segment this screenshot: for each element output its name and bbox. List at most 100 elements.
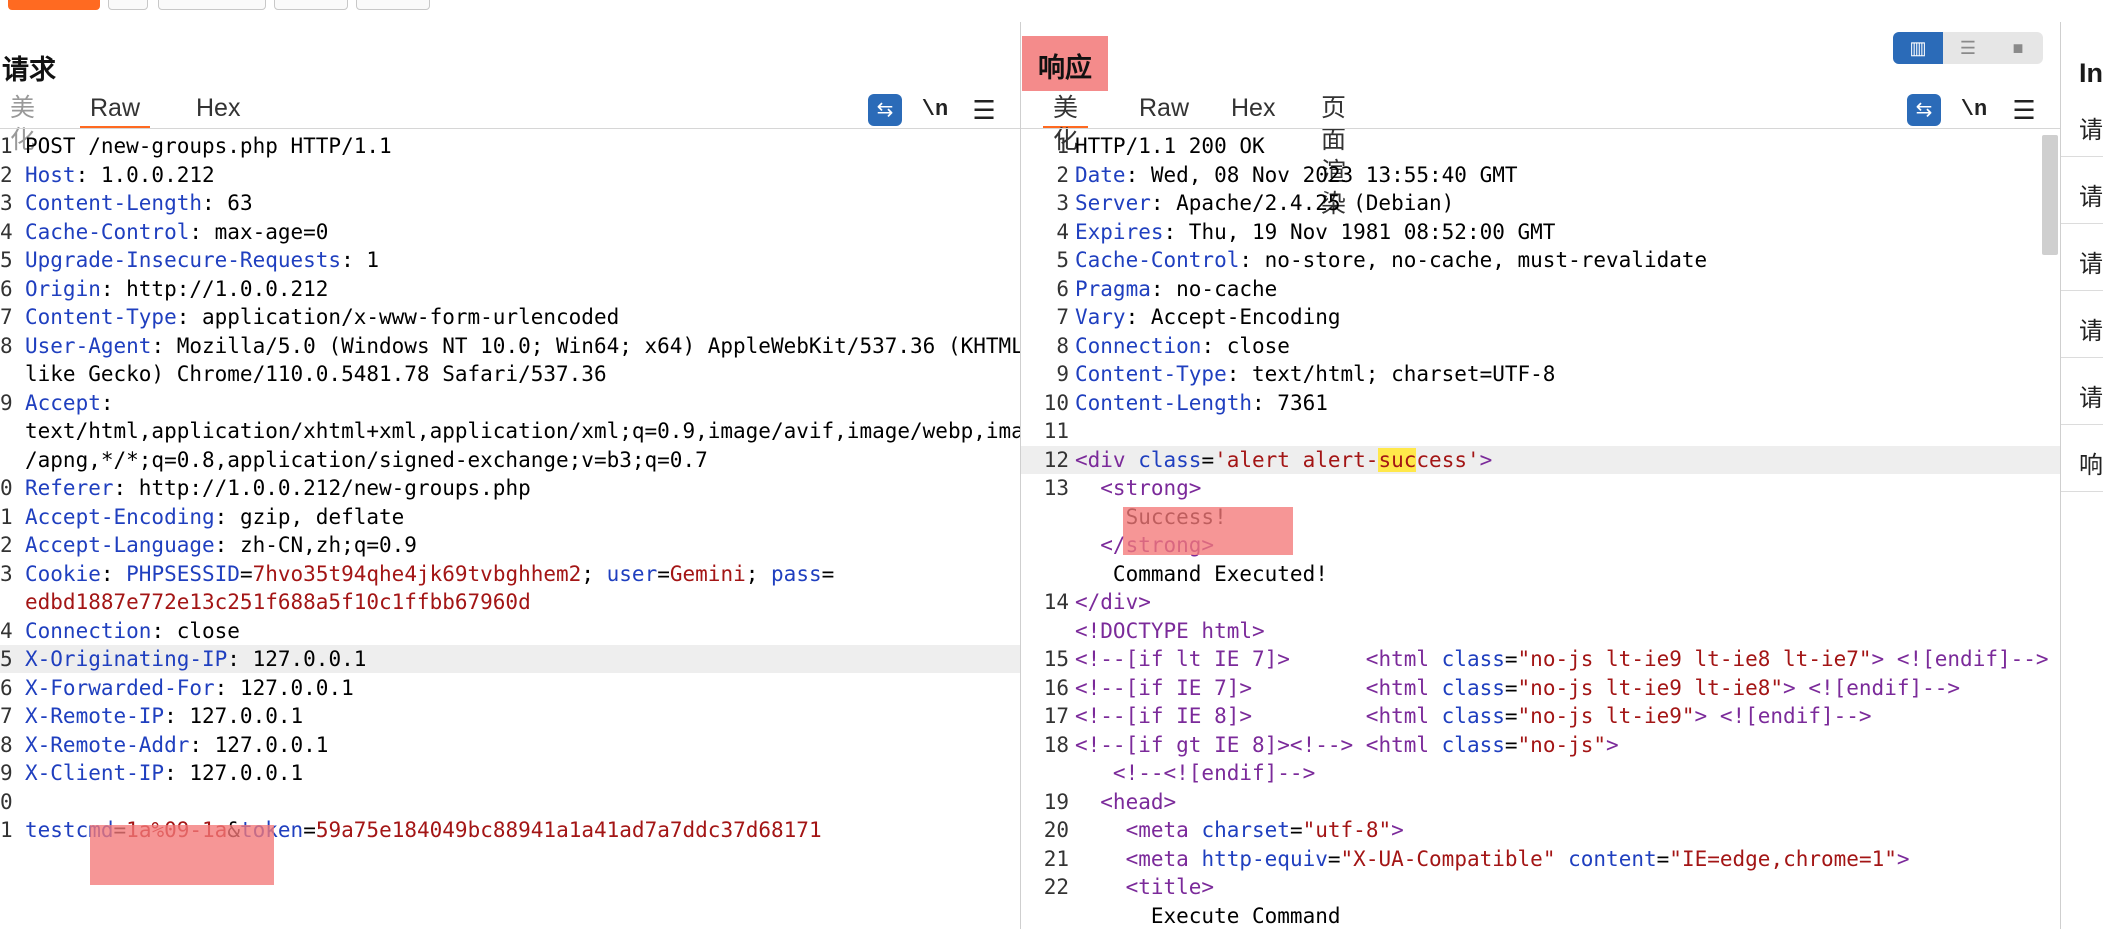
line-number: 5 <box>0 647 13 671</box>
code-token: Date <box>1075 162 1126 187</box>
code-text: X-Originating-IP: 127.0.0.1 <box>25 645 366 673</box>
response-tab-pretty[interactable]: 美化 <box>1043 92 1089 154</box>
single-pane-icon[interactable]: ■ <box>1993 32 2043 64</box>
settings-button[interactable] <box>108 0 148 10</box>
wrap-lines-icon[interactable]: ⇆ <box>868 94 902 126</box>
code-token: : <box>100 390 114 415</box>
split-horizontal-icon[interactable]: ☰ <box>1943 32 1993 64</box>
send-button[interactable] <box>8 0 100 10</box>
inspector-row[interactable]: 请 <box>2061 358 2103 425</box>
inspector-row[interactable]: 请 <box>2061 90 2103 157</box>
code-token: Command Executed! <box>1075 561 1328 586</box>
line-number: 9 <box>1056 362 1069 386</box>
code-token: "no-js lt-ie9" <box>1517 704 1695 728</box>
code-token: > <box>1896 846 1910 871</box>
code-line: 8 Connection: close <box>1021 332 2060 360</box>
code-token: POST /new-groups.php HTTP/1.1 <box>25 134 392 158</box>
code-token: <html <box>1365 647 1442 671</box>
inspector-row[interactable]: 请 <box>2061 291 2103 358</box>
code-line: 4 Cache-Control: max-age=0 <box>0 218 1020 246</box>
code-text: Date: Wed, 08 Nov 2023 13:55:40 GMT <box>1075 161 1518 189</box>
code-line: 6 X-Forwarded-For: 127.0.0.1 <box>0 674 1020 702</box>
code-line: 6 Pragma: no-cache <box>1021 275 2060 303</box>
request-tab-divider <box>0 128 1020 129</box>
line-number: 16 <box>1043 675 1069 700</box>
line-number: 8 <box>0 732 13 757</box>
layout-toggle: ▥ ☰ ■ <box>1893 32 2043 64</box>
code-text: X-Remote-IP: 127.0.0.1 <box>25 702 303 730</box>
request-tab-pretty[interactable]: 美化 <box>0 92 45 154</box>
code-text: <meta charset="utf-8"> <box>1075 816 1404 844</box>
code-token: <strong> <box>1075 476 1202 500</box>
line-number: 6 <box>0 276 13 301</box>
inspector-row[interactable]: 请 <box>2061 157 2103 224</box>
code-token: Accept-Encoding <box>25 504 215 529</box>
code-token: Gemini <box>669 561 746 586</box>
response-tab-raw[interactable]: Raw <box>1129 92 1199 126</box>
wrap-lines-icon[interactable]: ⇆ <box>1907 94 1941 126</box>
split-vertical-icon[interactable]: ▥ <box>1893 32 1943 64</box>
code-token: > <![endif]--> <box>1783 675 1961 700</box>
code-token: PHPSESSID <box>126 561 240 586</box>
code-line: 8 X-Remote-Addr: 127.0.0.1 <box>0 731 1020 759</box>
code-token: > <box>1606 732 1619 757</box>
code-line: 13 <strong> <box>1021 474 2060 502</box>
code-token: Vary <box>1075 305 1126 329</box>
show-newlines-button[interactable]: \n <box>920 94 950 126</box>
line-number: 2 <box>0 162 13 187</box>
back-button[interactable] <box>274 0 348 10</box>
line-number: 6 <box>0 675 13 700</box>
code-token: X-Remote-IP <box>25 704 165 728</box>
code-text: <!DOCTYPE html> <box>1075 617 1265 645</box>
code-token: <div <box>1075 447 1139 472</box>
code-line: 4 Expires: Thu, 19 Nov 1981 08:52:00 GMT <box>1021 218 2060 246</box>
request-editor[interactable]: 1 POST /new-groups.php HTTP/1.1 2 Host: 1.0… <box>0 132 1020 929</box>
code-token: : 127.0.0.1 <box>164 704 304 728</box>
code-token: class <box>1441 704 1505 728</box>
code-text: Cookie: PHPSESSID=7hvo35t94qhe4jk69tvbgh… <box>25 560 834 588</box>
line-number: 14 <box>1043 590 1069 614</box>
inspector-row[interactable]: 请 <box>2061 224 2103 291</box>
code-text: Expires: Thu, 19 Nov 1981 08:52:00 GMT <box>1075 218 1555 246</box>
code-token: class <box>1441 675 1505 700</box>
code-text: Origin: http://1.0.0.212 <box>25 275 328 303</box>
code-token: Execute Command <box>1075 903 1341 928</box>
forward-button[interactable] <box>356 0 430 10</box>
code-token: like Gecko) Chrome/110.0.5481.78 Safari/… <box>25 362 607 386</box>
code-token: Content-Length <box>25 191 203 215</box>
inspector-row[interactable]: 响 <box>2061 425 2103 492</box>
request-menu-icon[interactable]: ☰ <box>970 94 998 126</box>
inspector-row-label: 请 <box>2079 117 2103 144</box>
show-newlines-button[interactable]: \n <box>1959 94 1989 126</box>
request-tab-raw[interactable]: Raw <box>80 92 151 129</box>
code-line: /apng,*/*;q=0.8,application/signed-excha… <box>0 446 1020 474</box>
code-line: 22 <title> <box>1021 873 2060 901</box>
code-line: Execute Command <box>1021 902 2060 929</box>
line-number: 22 <box>1043 875 1069 899</box>
code-line: 16 <!--[if IE 7]> <html class="no-js lt-i… <box>1021 674 2060 702</box>
code-token: <!--[if IE 7]> <box>1075 675 1366 700</box>
code-line: 6 Origin: http://1.0.0.212 <box>0 275 1020 303</box>
line-number: 1 <box>0 818 13 842</box>
request-tab-hex[interactable]: Hex <box>186 92 250 126</box>
code-token: = <box>1504 732 1518 757</box>
code-token: http-equiv <box>1201 846 1328 871</box>
response-tab-render[interactable]: 页面渲染 <box>1311 92 1356 218</box>
response-tab-hex[interactable]: Hex <box>1221 92 1285 126</box>
code-text: Content-Type: text/html; charset=UTF-8 <box>1075 360 1555 388</box>
code-token: <!--<![endif]--> <box>1075 761 1316 785</box>
code-text: </div> <box>1075 588 1151 616</box>
cancel-button[interactable] <box>158 0 266 10</box>
code-line: 9 X-Client-IP: 127.0.0.1 <box>0 759 1020 787</box>
code-line: 1 POST /new-groups.php HTTP/1.1 <box>0 132 1020 160</box>
request-param-highlight <box>90 825 274 885</box>
code-line: like Gecko) Chrome/110.0.5481.78 Safari/… <box>0 360 1020 388</box>
inspector-row-label: 请 <box>2079 385 2103 412</box>
line-number: 3 <box>0 561 13 586</box>
line-number: 4 <box>0 219 13 244</box>
request-title: 请求 <box>2 55 56 85</box>
code-text: Server: Apache/2.4.25 (Debian) <box>1075 189 1454 217</box>
code-token: /apng,*/*;q=0.8,application/signed-excha… <box>25 447 708 472</box>
response-menu-icon[interactable]: ☰ <box>2010 94 2038 126</box>
response-scrollbar[interactable] <box>2042 135 2058 255</box>
